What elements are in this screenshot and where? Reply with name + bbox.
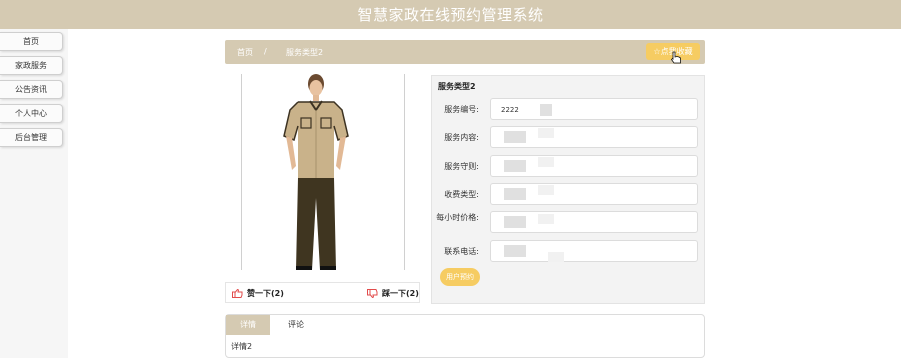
service-content-label: 服务内容: xyxy=(444,133,479,142)
hand-cursor-icon xyxy=(670,51,681,64)
charge-type-label: 收费类型: xyxy=(444,190,479,199)
redaction-blur xyxy=(538,214,554,224)
redaction-blur xyxy=(538,128,554,138)
service-number-label: 服务编号: xyxy=(444,105,479,114)
tab-details[interactable]: 详情 xyxy=(226,315,270,335)
tab-comments[interactable]: 评论 xyxy=(274,315,318,335)
phone-label: 联系电话: xyxy=(444,247,479,256)
breadcrumb-current: 服务类型2 xyxy=(286,48,324,57)
sidebar: 首页 家政服务 公告资讯 个人中心 后台管理 xyxy=(0,29,68,358)
dislike-count: 踩一下(2) xyxy=(382,289,419,298)
sidebar-item-home[interactable]: 首页 xyxy=(0,32,63,51)
redaction-blur xyxy=(538,185,554,195)
uniform-worker-image xyxy=(283,74,349,270)
breadcrumb: 首页 / 服务类型2 xyxy=(225,40,705,64)
thumbs-down-icon xyxy=(367,289,378,299)
sidebar-item-personal-center[interactable]: 个人中心 xyxy=(0,104,63,123)
sidebar-item-admin[interactable]: 后台管理 xyxy=(0,128,63,147)
service-title: 服务类型2 xyxy=(438,82,476,91)
top-header-bar: 智慧家政在线预约管理系统 xyxy=(0,0,901,29)
breadcrumb-separator: / xyxy=(264,47,267,56)
hourly-price-label: 每小时价格: xyxy=(436,213,479,222)
redaction-blur xyxy=(504,160,526,172)
breadcrumb-home[interactable]: 首页 xyxy=(237,47,253,58)
redaction-blur xyxy=(504,216,526,228)
redaction-blur xyxy=(504,245,526,257)
redaction-blur xyxy=(504,131,526,143)
sidebar-item-housekeeping-service[interactable]: 家政服务 xyxy=(0,56,63,75)
sidebar-item-announcements[interactable]: 公告资讯 xyxy=(0,80,63,99)
site-title: 智慧家政在线预约管理系统 xyxy=(357,6,544,24)
like-button[interactable]: 赞一下(2) xyxy=(232,288,284,299)
like-count: 赞一下(2) xyxy=(247,289,284,298)
redaction-blur xyxy=(548,252,564,262)
redaction-blur xyxy=(504,188,526,200)
thumbs-up-icon xyxy=(232,288,243,298)
tab-content-text: 详情2 xyxy=(231,342,253,351)
book-service-button[interactable]: 用户预约 xyxy=(440,268,480,286)
redaction-blur xyxy=(540,104,552,116)
service-rules-label: 服务守则: xyxy=(444,162,479,171)
vote-bar: 赞一下(2) 踩一下(2) xyxy=(225,282,420,303)
redaction-blur xyxy=(538,157,554,167)
service-number-field[interactable]: 2222 xyxy=(490,98,698,120)
dislike-button[interactable]: 踩一下(2) xyxy=(367,288,419,299)
